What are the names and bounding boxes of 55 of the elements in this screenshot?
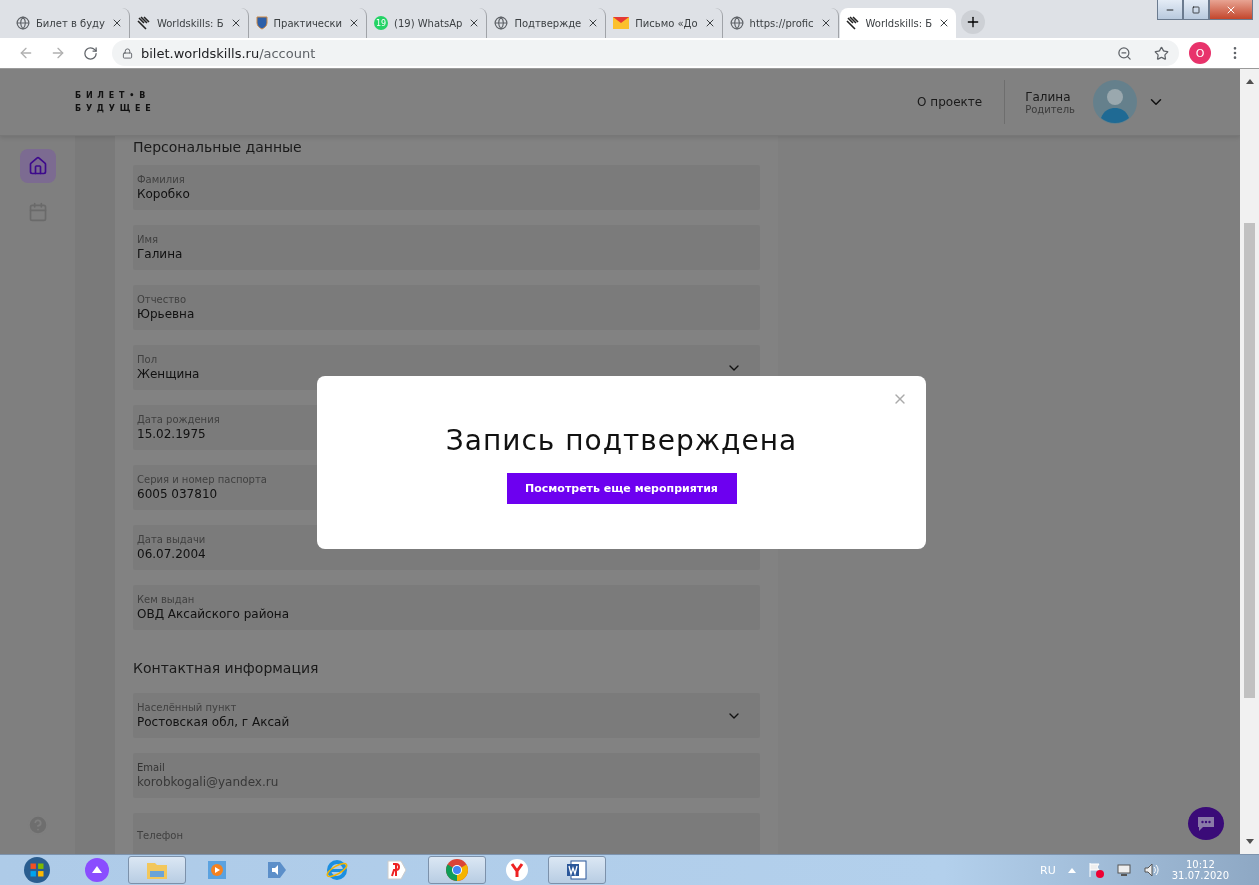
- input-field[interactable]: Отчество Юрьевна: [133, 285, 760, 330]
- clock[interactable]: 10:12 31.07.2020: [1171, 859, 1229, 881]
- flag-icon[interactable]: [1087, 862, 1104, 878]
- globe-icon: [16, 16, 30, 30]
- assistant-icon: [85, 858, 109, 882]
- about-link[interactable]: О проекте: [917, 80, 1006, 124]
- windows-logo-icon: [22, 857, 52, 883]
- chat-icon: [1197, 815, 1215, 832]
- section-title: Персональные данные: [133, 138, 303, 156]
- scrollbar-thumb[interactable]: [1244, 223, 1255, 698]
- sidebar-item[interactable]: [19, 149, 56, 183]
- shield-icon: [255, 16, 268, 30]
- notification-badge: 19: [374, 16, 388, 30]
- input-field[interactable]: Имя Галина: [133, 225, 760, 270]
- volume-icon[interactable]: [1143, 862, 1160, 878]
- user-role: Родитель: [1025, 103, 1075, 115]
- new-tab-button[interactable]: [961, 10, 986, 34]
- close-icon[interactable]: [348, 17, 360, 29]
- yandex-icon: [385, 858, 409, 882]
- home-icon: [27, 156, 48, 176]
- user-name: Галина: [1025, 89, 1072, 104]
- internet-explorer-icon: [325, 858, 349, 882]
- taskbar-button[interactable]: [428, 856, 486, 884]
- select-field[interactable]: Населённый пункт Ростовская обл, г Аксай: [133, 693, 760, 738]
- browser-icon: [505, 858, 529, 882]
- back-icon: [18, 45, 34, 61]
- forward-icon: [50, 45, 66, 61]
- site-logo[interactable]: Б И Л Е Т • В Б У Д У Щ Е Е: [75, 91, 152, 113]
- lock-icon: [122, 47, 133, 59]
- dialog-title: Запись подтверждена: [445, 424, 798, 457]
- envelope-icon: [613, 17, 630, 29]
- globe-icon: [729, 16, 744, 30]
- globe-icon: [494, 16, 509, 30]
- chrome-icon: [445, 858, 469, 882]
- input-field[interactable]: Фамилия Коробко: [133, 165, 760, 210]
- avatar[interactable]: [1093, 80, 1137, 124]
- chat-button[interactable]: [1188, 807, 1224, 840]
- address-field[interactable]: bilet.worldskills.ru/account: [112, 40, 1179, 66]
- zoom-out-icon[interactable]: [1117, 45, 1132, 61]
- profile-avatar[interactable]: O: [1189, 42, 1211, 64]
- reload-icon: [82, 45, 98, 61]
- minimize-button[interactable]: [1157, 0, 1183, 20]
- input-field[interactable]: Телефон: [133, 813, 760, 854]
- taskbar-button[interactable]: [548, 856, 606, 884]
- maximize-button[interactable]: [1183, 0, 1209, 20]
- maximize-icon: [1192, 5, 1200, 14]
- browser-tab[interactable]: Worldskills: Б: [839, 8, 957, 38]
- more-events-button[interactable]: Посмотреть еще мероприятия: [506, 473, 737, 504]
- section-title: Контактная информация: [133, 659, 320, 677]
- word-icon: [565, 858, 589, 882]
- network-icon[interactable]: [1115, 862, 1132, 878]
- close-window-button[interactable]: [1209, 0, 1253, 20]
- media-player-icon: [205, 858, 229, 882]
- star-icon[interactable]: [1154, 45, 1169, 61]
- input-field[interactable]: Кем выдан ОВД Аксайского района: [133, 585, 760, 630]
